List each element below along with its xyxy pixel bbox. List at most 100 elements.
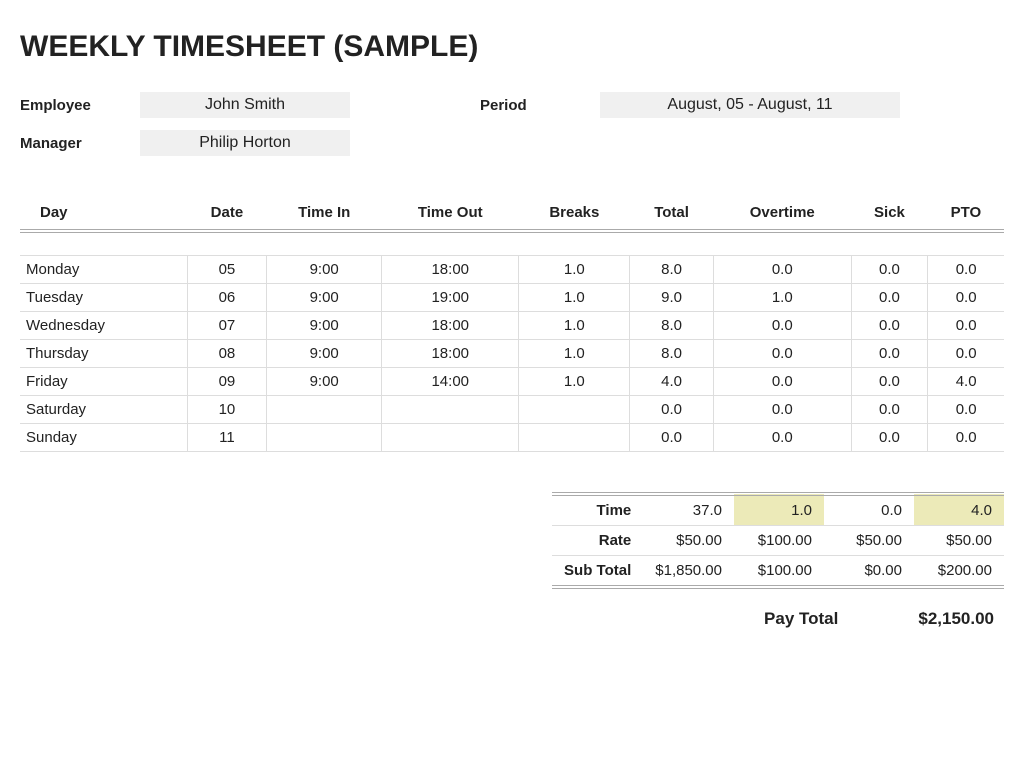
table-row: Sunday110.00.00.00.0 bbox=[20, 423, 1004, 451]
meta-row-1: Employee John Smith Period August, 05 - … bbox=[20, 92, 1004, 118]
summary-time-row: Time 37.0 1.0 0.0 4.0 bbox=[552, 494, 1004, 526]
summary-rate-total: $50.00 bbox=[643, 525, 734, 555]
summary-time-ot: 1.0 bbox=[734, 494, 824, 526]
cell-day: Monday bbox=[20, 255, 187, 283]
cell-day: Sunday bbox=[20, 423, 187, 451]
summary-section: Time 37.0 1.0 0.0 4.0 Rate $50.00 $100.0… bbox=[20, 492, 1004, 589]
table-row: Friday099:0014:001.04.00.00.04.0 bbox=[20, 367, 1004, 395]
header-row: Day Date Time In Time Out Breaks Total O… bbox=[20, 196, 1004, 231]
cell-sick: 0.0 bbox=[851, 339, 928, 367]
col-date: Date bbox=[187, 196, 267, 231]
period-group: Period August, 05 - August, 11 bbox=[480, 92, 900, 118]
pay-total-row: Pay Total $2,150.00 bbox=[20, 609, 1004, 629]
cell-day: Tuesday bbox=[20, 283, 187, 311]
cell-date: 06 bbox=[187, 283, 267, 311]
col-time-out: Time Out bbox=[382, 196, 519, 231]
cell-total: 9.0 bbox=[630, 283, 714, 311]
cell-date: 10 bbox=[187, 395, 267, 423]
cell-sick: 0.0 bbox=[851, 283, 928, 311]
cell-pto: 0.0 bbox=[928, 311, 1004, 339]
col-overtime: Overtime bbox=[713, 196, 851, 231]
cell-pto: 4.0 bbox=[928, 367, 1004, 395]
manager-group: Manager Philip Horton bbox=[20, 130, 350, 156]
page-title: WEEKLY TIMESHEET (SAMPLE) bbox=[20, 30, 1004, 64]
summary-time-total: 37.0 bbox=[643, 494, 734, 526]
cell-total: 0.0 bbox=[630, 423, 714, 451]
period-label: Period bbox=[480, 97, 580, 114]
cell-date: 09 bbox=[187, 367, 267, 395]
cell-in: 9:00 bbox=[267, 339, 382, 367]
summary-time-label: Time bbox=[552, 494, 643, 526]
summary-rate-pto: $50.00 bbox=[914, 525, 1004, 555]
cell-out: 18:00 bbox=[382, 311, 519, 339]
cell-out bbox=[382, 395, 519, 423]
period-value: August, 05 - August, 11 bbox=[600, 92, 900, 118]
cell-ot: 0.0 bbox=[713, 395, 851, 423]
summary-rate-label: Rate bbox=[552, 525, 643, 555]
cell-breaks bbox=[519, 395, 630, 423]
cell-in: 9:00 bbox=[267, 255, 382, 283]
col-sick: Sick bbox=[851, 196, 928, 231]
manager-label: Manager bbox=[20, 135, 120, 152]
employee-label: Employee bbox=[20, 97, 120, 114]
cell-sick: 0.0 bbox=[851, 367, 928, 395]
table-row: Monday059:0018:001.08.00.00.00.0 bbox=[20, 255, 1004, 283]
cell-total: 4.0 bbox=[630, 367, 714, 395]
table-row: Saturday100.00.00.00.0 bbox=[20, 395, 1004, 423]
cell-pto: 0.0 bbox=[928, 339, 1004, 367]
cell-out bbox=[382, 423, 519, 451]
summary-time-sick: 0.0 bbox=[824, 494, 914, 526]
cell-sick: 0.0 bbox=[851, 423, 928, 451]
summary-rate-row: Rate $50.00 $100.00 $50.00 $50.00 bbox=[552, 525, 1004, 555]
cell-breaks: 1.0 bbox=[519, 255, 630, 283]
cell-date: 08 bbox=[187, 339, 267, 367]
col-breaks: Breaks bbox=[519, 196, 630, 231]
col-day: Day bbox=[20, 196, 187, 231]
summary-subtotal-row: Sub Total $1,850.00 $100.00 $0.00 $200.0… bbox=[552, 555, 1004, 587]
cell-ot: 0.0 bbox=[713, 255, 851, 283]
summary-subtotal-total: $1,850.00 bbox=[643, 555, 734, 587]
cell-out: 18:00 bbox=[382, 255, 519, 283]
cell-in: 9:00 bbox=[267, 367, 382, 395]
table-row: Tuesday069:0019:001.09.01.00.00.0 bbox=[20, 283, 1004, 311]
cell-in bbox=[267, 423, 382, 451]
manager-value: Philip Horton bbox=[140, 130, 350, 156]
summary-subtotal-pto: $200.00 bbox=[914, 555, 1004, 587]
col-pto: PTO bbox=[928, 196, 1004, 231]
cell-sick: 0.0 bbox=[851, 311, 928, 339]
cell-in: 9:00 bbox=[267, 283, 382, 311]
col-total: Total bbox=[630, 196, 714, 231]
summary-subtotal-ot: $100.00 bbox=[734, 555, 824, 587]
cell-breaks: 1.0 bbox=[519, 311, 630, 339]
cell-date: 05 bbox=[187, 255, 267, 283]
cell-pto: 0.0 bbox=[928, 283, 1004, 311]
cell-sick: 0.0 bbox=[851, 255, 928, 283]
cell-breaks: 1.0 bbox=[519, 339, 630, 367]
cell-breaks: 1.0 bbox=[519, 283, 630, 311]
cell-out: 19:00 bbox=[382, 283, 519, 311]
employee-group: Employee John Smith bbox=[20, 92, 350, 118]
col-time-in: Time In bbox=[267, 196, 382, 231]
cell-in: 9:00 bbox=[267, 311, 382, 339]
table-row: Thursday089:0018:001.08.00.00.00.0 bbox=[20, 339, 1004, 367]
cell-day: Wednesday bbox=[20, 311, 187, 339]
cell-breaks bbox=[519, 423, 630, 451]
cell-total: 8.0 bbox=[630, 255, 714, 283]
meta-row-2: Manager Philip Horton bbox=[20, 130, 1004, 156]
summary-rate-sick: $50.00 bbox=[824, 525, 914, 555]
employee-value: John Smith bbox=[140, 92, 350, 118]
cell-day: Saturday bbox=[20, 395, 187, 423]
cell-ot: 0.0 bbox=[713, 423, 851, 451]
summary-rate-ot: $100.00 bbox=[734, 525, 824, 555]
cell-breaks: 1.0 bbox=[519, 367, 630, 395]
cell-day: Friday bbox=[20, 367, 187, 395]
summary-time-pto: 4.0 bbox=[914, 494, 1004, 526]
cell-day: Thursday bbox=[20, 339, 187, 367]
cell-pto: 0.0 bbox=[928, 423, 1004, 451]
summary-subtotal-label: Sub Total bbox=[552, 555, 643, 587]
cell-total: 8.0 bbox=[630, 339, 714, 367]
cell-date: 07 bbox=[187, 311, 267, 339]
cell-pto: 0.0 bbox=[928, 255, 1004, 283]
cell-out: 18:00 bbox=[382, 339, 519, 367]
cell-ot: 0.0 bbox=[713, 367, 851, 395]
